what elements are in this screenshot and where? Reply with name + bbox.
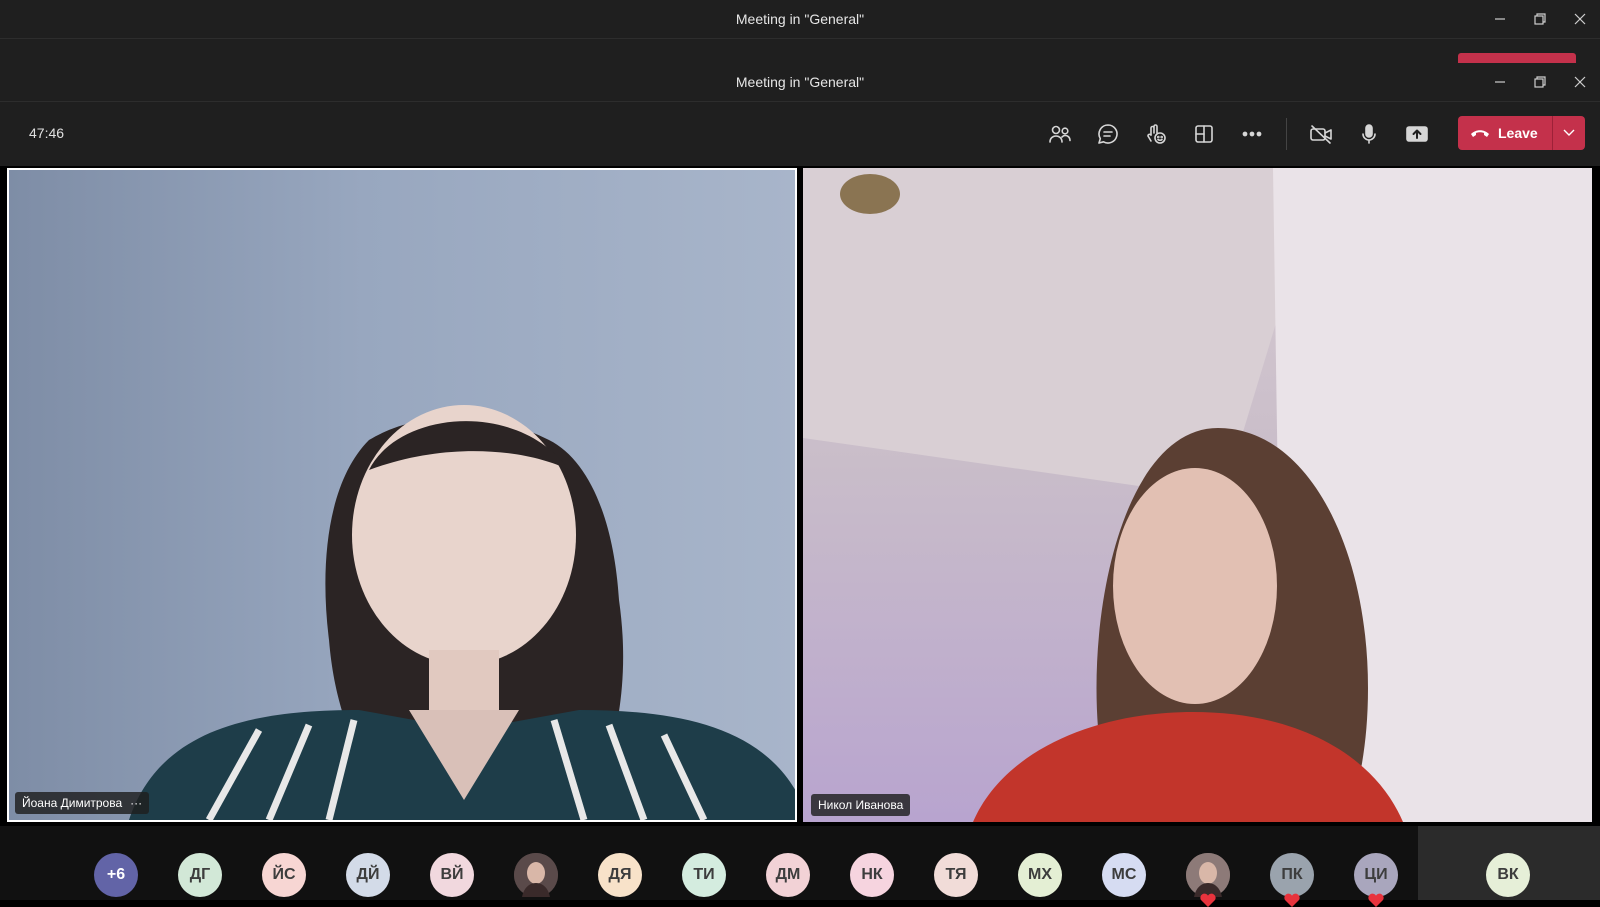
leave-label: Leave [1498,125,1538,141]
meeting-timer: 47:46 [29,125,65,141]
window-title: Meeting in "General" [735,74,865,90]
avatar-photo [1186,853,1230,897]
roster-avatar-photo[interactable] [514,853,558,897]
roster-avatar-initials: ДГ [189,866,211,883]
back-window-title: Meeting in "General" [735,11,865,27]
roster-spotlight-tile[interactable]: ВК [1418,826,1600,900]
leave-options-button[interactable] [1551,116,1585,150]
roster-avatar-initials: НК [861,866,883,883]
back-window-toolbar-strip [0,39,1600,63]
participant-roster: +6 ДГ ЙС ДЙ ВЙ ДЯ ТИ ДМ НК ТЯ МХ МС ПК ЦИ ВК [0,826,1600,907]
roster-avatar[interactable]: ДГ [178,853,222,897]
roster-avatar[interactable]: ТЯ [934,853,978,897]
hang-up-icon [1471,130,1489,137]
more-icon[interactable] [1228,116,1276,152]
close-icon[interactable] [1560,63,1600,101]
toolbar-divider [1286,118,1287,150]
camera-off-icon[interactable] [1297,116,1345,152]
avatar-photo [514,853,558,897]
roster-avatar-initials: ДЯ [608,866,632,883]
chat-icon[interactable] [1084,116,1132,152]
roster-avatar-photo[interactable] [1186,853,1230,907]
share-screen-icon[interactable] [1393,116,1441,152]
roster-overflow-badge[interactable]: +6 [94,853,138,897]
roster-avatar-initials: ВЙ [440,866,464,883]
roster-avatar-initials: ДЙ [356,866,380,883]
participant-video-left [129,405,795,820]
close-icon[interactable] [1560,0,1600,38]
roster-avatar-initials: ДМ [775,866,801,883]
video-tile-right[interactable]: Никол Иванова [803,168,1592,822]
roster-avatar[interactable]: ВЙ [430,853,474,897]
window-titlebar: Meeting in "General" [0,63,1600,102]
participant-name-tag-left: Йоана Димитрова ··· [15,792,150,814]
leave-button-group: Leave [1458,116,1585,150]
participant-name-tag-right: Никол Иванова [811,794,911,816]
roster-avatar[interactable]: МС [1102,853,1146,897]
roster-avatar[interactable]: ДМ [766,853,810,897]
roster-avatar-initials: МХ [1028,866,1052,883]
minimize-icon[interactable] [1480,63,1520,101]
participant-video-right [803,168,1592,822]
heart-reaction-icon [1284,893,1300,907]
roster-avatar-initials: ТЯ [945,866,967,883]
people-icon[interactable] [1036,116,1084,152]
video-tile-left[interactable]: Йоана Димитрова ··· [7,168,797,822]
leave-button[interactable]: Leave [1458,116,1552,150]
roster-avatar[interactable]: ПК [1270,853,1314,907]
participant-more-icon[interactable]: ··· [130,796,142,810]
roster-avatar[interactable]: ТИ [682,853,726,897]
roster-avatar-initials: ТИ [693,866,715,883]
rooms-icon[interactable] [1180,116,1228,152]
roster-avatar[interactable]: МХ [1018,853,1062,897]
reactions-icon[interactable] [1132,116,1180,152]
participant-name-left: Йоана Димитрова [22,796,123,810]
roster-avatar[interactable]: НК [850,853,894,897]
roster-avatar-initials: ПК [1281,866,1303,883]
participant-name-right: Никол Иванова [818,798,904,812]
restore-icon[interactable] [1520,63,1560,101]
roster-avatar-initials: ЦИ [1364,866,1388,883]
roster-avatar-initials: ЙС [272,866,296,883]
back-window-leave-edge [1458,53,1576,63]
roster-avatar[interactable]: ДЙ [346,853,390,897]
chevron-down-icon [1563,129,1575,136]
back-window-titlebar: Meeting in "General" [0,0,1600,39]
roster-avatar-initials: МС [1111,866,1137,883]
roster-avatar[interactable]: ДЯ [598,853,642,897]
meeting-toolbar: 47:46 [0,102,1600,166]
mic-icon[interactable] [1345,116,1393,152]
minimize-icon[interactable] [1480,0,1520,38]
heart-reaction-icon [1200,893,1216,907]
roster-avatar[interactable]: ЙС [262,853,306,897]
heart-reaction-icon [1368,893,1384,907]
roster-avatar[interactable]: ВК [1486,853,1530,897]
restore-icon[interactable] [1520,0,1560,38]
roster-avatar[interactable]: ЦИ [1354,853,1398,907]
